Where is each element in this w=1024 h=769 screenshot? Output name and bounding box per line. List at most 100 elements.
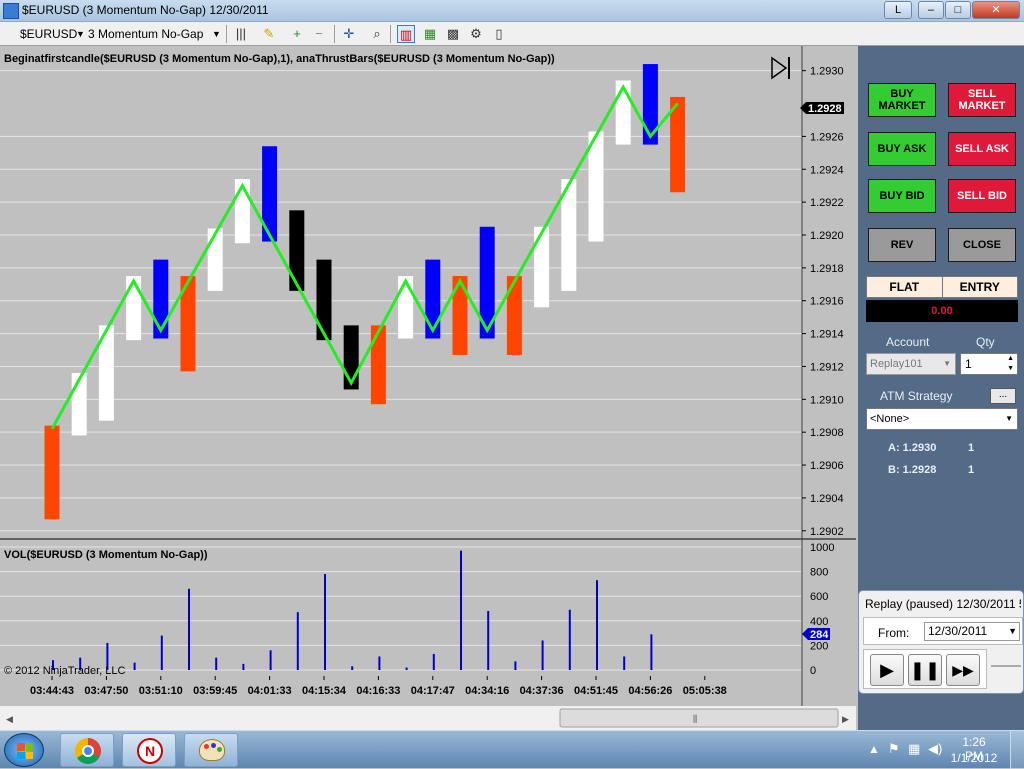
zoom-in-icon[interactable]: + bbox=[288, 25, 306, 43]
replay-window: Replay (paused) 12/30/2011 5 From: 12/30… bbox=[858, 590, 1024, 694]
price-tick-label: 1.2902 bbox=[810, 526, 844, 538]
link-button[interactable]: L bbox=[884, 1, 912, 19]
account-select[interactable]: Replay101 ▼ bbox=[866, 353, 956, 375]
replay-speed-slider[interactable] bbox=[991, 665, 1021, 667]
pause-icon[interactable]: ❚❚ bbox=[908, 654, 942, 686]
instrument-selector[interactable]: $EURUSD bbox=[20, 27, 77, 41]
volume-tick-label: 600 bbox=[810, 591, 828, 603]
volume-tick-label: 200 bbox=[810, 640, 828, 652]
period-selector[interactable]: 3 Momentum No-Gap bbox=[88, 27, 203, 41]
app-icon bbox=[3, 3, 19, 19]
price-chart[interactable]: 1.2930 1.2926 1.2924 1.2922 1.2920 1.2918 1.29… bbox=[0, 46, 856, 730]
strategies-icon[interactable]: ▩ bbox=[444, 25, 462, 43]
scrollbar-thumb[interactable] bbox=[559, 708, 839, 728]
volume-tick-label: 0 bbox=[810, 665, 816, 677]
qty-stepper-icon[interactable]: ▲ ▼ bbox=[1007, 354, 1014, 374]
period-dropdown-icon[interactable]: ▼ bbox=[212, 29, 221, 39]
price-tick-label: 1.2920 bbox=[810, 230, 844, 242]
account-dropdown-icon: ▼ bbox=[943, 359, 951, 368]
templates-icon[interactable]: ▯ bbox=[490, 25, 508, 43]
tray-arrow-icon[interactable]: ▲ bbox=[868, 742, 880, 756]
play-icon[interactable]: ▶ bbox=[870, 654, 904, 686]
bid-price: B: 1.2928 bbox=[888, 464, 937, 476]
paint-icon bbox=[199, 739, 225, 761]
drawing-tool-icon[interactable]: ✎ bbox=[260, 25, 278, 43]
buy-market-button[interactable]: BUY MARKET bbox=[868, 83, 936, 117]
chart-area[interactable]: 1.2930 1.2926 1.2924 1.2922 1.2920 1.2918 1.29… bbox=[0, 46, 856, 730]
qty-value: 1 bbox=[965, 357, 972, 371]
volume-tick-label: 1000 bbox=[810, 542, 834, 554]
qty-input[interactable]: 1 ▲ ▼ bbox=[960, 353, 1018, 375]
sell-market-button[interactable]: SELL MARKET bbox=[948, 83, 1016, 117]
price-tick-label: 1.2912 bbox=[810, 361, 844, 373]
clock-date[interactable]: 1/1/2012 bbox=[948, 751, 1000, 765]
candle-bar bbox=[642, 64, 658, 145]
atm-dropdown-icon: ▼ bbox=[1005, 414, 1013, 423]
time-tick-label: 03:44:43 bbox=[30, 685, 74, 697]
price-tick-label: 1.2914 bbox=[810, 329, 844, 341]
buy-bid-button[interactable]: BUY BID bbox=[868, 179, 936, 213]
scroll-left-icon[interactable]: ◀ bbox=[6, 714, 13, 724]
time-tick-label: 04:56:26 bbox=[628, 685, 672, 697]
pnl-display: 0.00 bbox=[866, 300, 1018, 322]
time-tick-label: 04:51:45 bbox=[574, 685, 618, 697]
sell-ask-button[interactable]: SELL ASK bbox=[948, 132, 1016, 166]
time-tick-label: 04:34:16 bbox=[465, 685, 509, 697]
properties-icon[interactable]: ⚙ bbox=[467, 25, 485, 43]
ask-qty: 1 bbox=[968, 442, 975, 454]
chrome-icon bbox=[75, 738, 101, 764]
ask-price: A: 1.2930 bbox=[888, 442, 937, 454]
time-tick-label: 04:37:36 bbox=[520, 685, 564, 697]
close-position-button[interactable]: CLOSE bbox=[948, 228, 1016, 262]
chart-trader-icon[interactable]: ▥ bbox=[397, 25, 415, 43]
atm-strategy-select[interactable]: <None> ▼ bbox=[866, 408, 1018, 430]
magnify-icon[interactable]: ⌕ bbox=[368, 25, 386, 43]
sell-bid-button[interactable]: SELL BID bbox=[948, 179, 1016, 213]
close-window-button[interactable]: ✕ bbox=[972, 1, 1020, 19]
instrument-dropdown-icon[interactable]: ▼ bbox=[76, 29, 85, 39]
time-tick-label: 03:59:45 bbox=[193, 685, 237, 697]
time-tick-label: 04:17:47 bbox=[411, 685, 455, 697]
tray-volume-icon[interactable]: ◀) bbox=[928, 741, 942, 757]
reverse-button[interactable]: REV bbox=[868, 228, 936, 262]
taskbar-chrome[interactable] bbox=[60, 733, 114, 767]
volume-tick-label: 800 bbox=[810, 567, 828, 579]
tray-flag-icon[interactable]: ⚑ bbox=[888, 741, 900, 757]
taskbar-paint[interactable] bbox=[184, 733, 238, 767]
qty-label: Qty bbox=[976, 335, 995, 349]
start-button[interactable] bbox=[4, 733, 44, 767]
replay-date-value: 12/30/2011 bbox=[928, 624, 988, 638]
show-desktop-button[interactable] bbox=[1010, 731, 1024, 769]
price-tick-label: 1.2924 bbox=[810, 164, 844, 176]
current-volume-label: 284 bbox=[810, 629, 829, 641]
scroll-right-icon[interactable]: ▶ bbox=[842, 714, 849, 724]
position-status: FLAT bbox=[867, 277, 943, 297]
volume-tick-label: 400 bbox=[810, 616, 828, 628]
zoom-out-icon[interactable]: − bbox=[310, 25, 328, 43]
bar-type-icon[interactable]: ||| bbox=[232, 25, 250, 43]
tray-network-icon[interactable]: ▦ bbox=[908, 741, 920, 757]
time-tick-label: 04:01:33 bbox=[248, 685, 292, 697]
time-tick-label: 05:05:38 bbox=[683, 685, 727, 697]
atm-strategy-label: ATM Strategy bbox=[880, 389, 953, 403]
scroll-grip-icon: ⫼ bbox=[693, 714, 697, 724]
indicators-icon[interactable]: ▦ bbox=[421, 25, 439, 43]
calendar-dropdown-icon[interactable]: ▼ bbox=[1008, 623, 1017, 640]
maximize-button[interactable]: □ bbox=[945, 1, 971, 19]
taskbar-ninjatrader[interactable]: N bbox=[122, 733, 176, 767]
skip-to-end-icon[interactable] bbox=[771, 56, 790, 80]
minimize-button[interactable]: – bbox=[918, 1, 944, 19]
time-tick-label: 03:47:50 bbox=[84, 685, 128, 697]
buy-ask-button[interactable]: BUY ASK bbox=[868, 132, 936, 166]
indicator-label: Beginatfirstcandle($EURUSD (3 Momentum N… bbox=[4, 53, 555, 65]
position-header: FLAT ENTRY bbox=[866, 276, 1018, 298]
candle-bar bbox=[398, 276, 414, 339]
atm-strategy-more-button[interactable]: ... bbox=[990, 388, 1016, 404]
ninjatrader-icon: N bbox=[137, 738, 163, 764]
bid-qty: 1 bbox=[968, 464, 975, 476]
fast-forward-icon[interactable]: ▶▶ bbox=[946, 654, 980, 686]
replay-date-picker[interactable]: 12/30/2011 ▼ bbox=[924, 622, 1020, 641]
windows-logo-icon bbox=[17, 743, 33, 759]
crosshair-icon[interactable]: ✛ bbox=[340, 25, 358, 43]
price-tick-label: 1.2916 bbox=[810, 296, 844, 308]
